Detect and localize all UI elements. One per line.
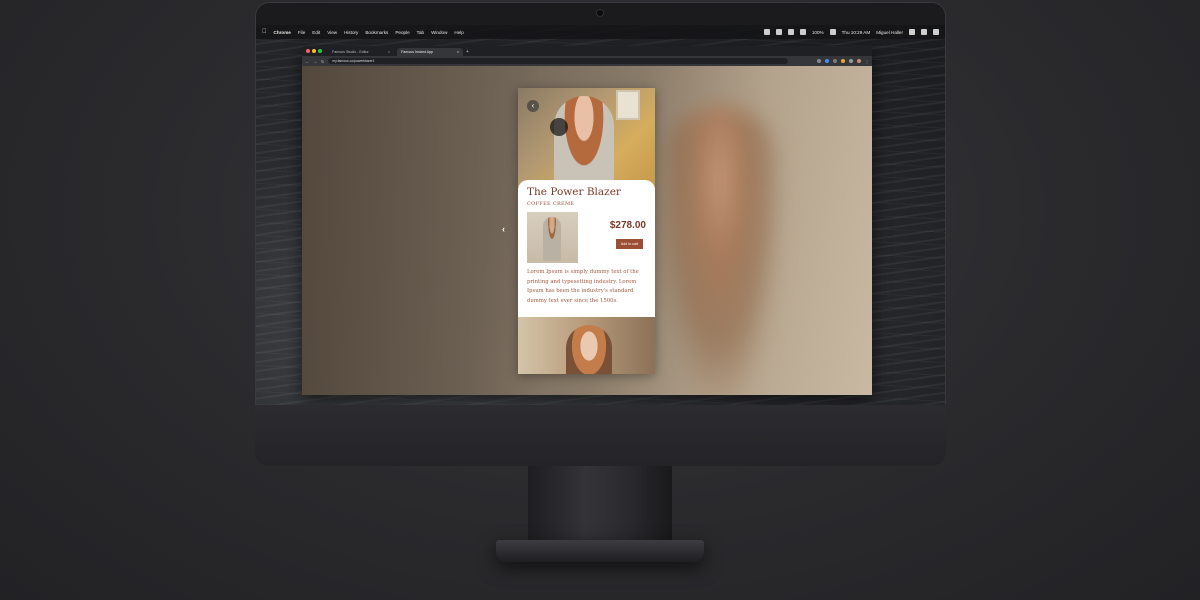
forward-icon[interactable]: →	[313, 59, 317, 64]
close-tab-icon[interactable]: ×	[388, 50, 390, 54]
battery-percent: 100%	[811, 29, 824, 35]
url-text: my.famous.co/powerblazer1	[332, 59, 375, 63]
page-content: ‹ ‹ The Power Blazer COFFEE CREME $278.0…	[302, 66, 872, 395]
extension-icon[interactable]	[833, 59, 837, 63]
model-photo	[554, 96, 614, 192]
menu-edit[interactable]: Edit	[312, 30, 320, 35]
back-button[interactable]: ‹	[527, 100, 539, 112]
star-icon[interactable]	[817, 59, 821, 63]
background-blurred-photo	[660, 106, 780, 395]
list-icon[interactable]	[933, 29, 939, 35]
product-description: Lorem Ipsum is simply dummy text of the …	[527, 269, 639, 304]
menu-app-name[interactable]: Chrome	[274, 30, 291, 35]
browser-toolbar: ← → ↻ my.famous.co/powerblazer1 ⋮	[302, 56, 872, 66]
camera	[597, 10, 603, 16]
minimize-window-icon[interactable]	[312, 49, 316, 53]
search-icon[interactable]	[909, 29, 915, 35]
clock[interactable]: Thu 10:29 AM	[842, 30, 871, 35]
menu-file[interactable]: File	[298, 30, 305, 35]
wall-frame	[616, 90, 640, 120]
product-details: The Power Blazer COFFEE CREME $278.00 Ad…	[518, 180, 655, 314]
thumbnail-model	[543, 217, 561, 261]
product-color: COFFEE CREME	[527, 201, 575, 207]
extension-icon[interactable]	[841, 59, 845, 63]
scene:  Chrome File Edit View History Bookmark…	[0, 0, 1200, 600]
reload-icon[interactable]: ↻	[321, 59, 324, 64]
tab-label: Famous Instant App	[401, 50, 433, 54]
back-icon[interactable]: ←	[305, 59, 309, 64]
product-title: The Power Blazer	[527, 186, 621, 198]
close-window-icon[interactable]	[306, 49, 310, 53]
monitor-stand	[528, 466, 672, 546]
status-icon[interactable]	[775, 29, 782, 35]
product-thumbnail[interactable]	[527, 212, 578, 263]
more-menu-icon[interactable]: ⋮	[865, 59, 869, 64]
siri-icon[interactable]	[921, 29, 927, 35]
tab-label: Famous Studio - Editor	[332, 50, 369, 54]
profile-avatar[interactable]	[857, 59, 861, 63]
browser-window: Famous Studio - Editor × Famous Instant …	[302, 46, 872, 395]
eye-icon	[550, 118, 568, 136]
hero-image: ‹	[518, 88, 655, 192]
monitor-chin	[255, 405, 946, 466]
mac-menubar:  Chrome File Edit View History Bookmark…	[256, 25, 945, 39]
tab-editor[interactable]: Famous Studio - Editor ×	[328, 48, 394, 56]
apple-icon[interactable]: 	[262, 29, 267, 35]
menu-people[interactable]: People	[395, 30, 409, 35]
menu-bookmarks[interactable]: Bookmarks	[365, 30, 388, 35]
monitor-base	[496, 540, 704, 562]
product-card-frame: ‹ The Power Blazer COFFEE CREME $278.00 …	[518, 88, 655, 374]
menu-tab[interactable]: Tab	[417, 30, 424, 35]
maximize-window-icon[interactable]	[318, 49, 322, 53]
chevron-left-icon: ‹	[531, 101, 535, 110]
product-row: $278.00 Add to cart	[527, 212, 646, 264]
status-icon[interactable]	[763, 29, 770, 35]
background-shadow	[302, 66, 542, 395]
new-tab-icon[interactable]: +	[466, 48, 469, 56]
address-bar[interactable]: my.famous.co/powerblazer1	[328, 58, 789, 64]
second-product-image	[518, 317, 655, 374]
status-icon[interactable]	[787, 29, 794, 35]
add-to-cart-button[interactable]: Add to cart	[616, 239, 643, 249]
tab-strip: Famous Studio - Editor × Famous Instant …	[302, 46, 872, 56]
screen:  Chrome File Edit View History Bookmark…	[256, 25, 945, 405]
extension-icon[interactable]	[825, 59, 829, 63]
menubar-status: 100% Thu 10:29 AM Miguel Haller	[763, 29, 939, 35]
menu-help[interactable]: Help	[454, 30, 463, 35]
extension-icon[interactable]	[849, 59, 853, 63]
menu-window[interactable]: Window	[431, 30, 447, 35]
battery-icon[interactable]	[829, 29, 836, 35]
model-photo	[566, 325, 612, 374]
menu-history[interactable]: History	[344, 30, 358, 35]
tab-instant-app[interactable]: Famous Instant App ×	[397, 48, 463, 56]
user-name[interactable]: Miguel Haller	[876, 30, 903, 35]
chevron-left-icon[interactable]: ‹	[502, 224, 505, 234]
product-price: $278.00	[609, 220, 646, 231]
wifi-icon[interactable]	[799, 29, 806, 35]
menu-view[interactable]: View	[327, 30, 337, 35]
close-tab-icon[interactable]: ×	[457, 50, 459, 54]
